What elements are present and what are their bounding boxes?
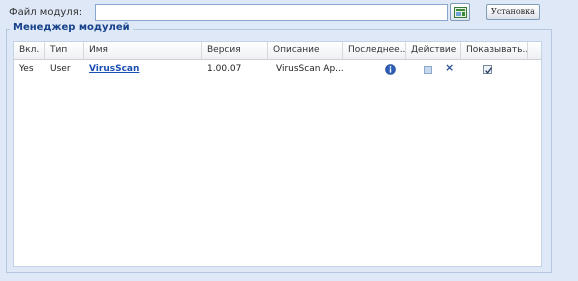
show-checkbox[interactable] — [483, 65, 492, 74]
module-manager-legend: Менеджер модулей — [10, 22, 133, 33]
cell-name: VirusScan — [84, 60, 202, 78]
column-header-description[interactable]: Описание — [268, 42, 343, 59]
column-header-name[interactable]: Имя — [84, 42, 202, 59]
cell-type: User — [50, 64, 71, 74]
edit-square-icon[interactable] — [424, 66, 432, 74]
cell-description: VirusScan Ap... — [276, 64, 343, 74]
grid-header: Вкл. Тип Имя Версия Описание Последнее..… — [14, 42, 541, 60]
module-file-input[interactable] — [95, 4, 448, 21]
check-icon — [485, 67, 492, 74]
modules-grid: Вкл. Тип Имя Версия Описание Последнее..… — [13, 41, 542, 267]
column-header-action[interactable]: Действие — [406, 42, 461, 59]
column-header-type[interactable]: Тип — [45, 42, 84, 59]
browse-icon — [454, 7, 467, 18]
cell-version: 1.00.07 — [207, 64, 242, 74]
browse-button[interactable] — [450, 3, 470, 21]
column-header-version[interactable]: Версия — [202, 42, 268, 59]
table-row[interactable]: Yes User VirusScan 1.00.07 VirusScan Ap.… — [14, 60, 541, 78]
module-name-link[interactable]: VirusScan — [89, 64, 139, 74]
column-header-enabled[interactable]: Вкл. — [14, 42, 45, 59]
module-file-label: Файл модуля: — [9, 7, 83, 18]
column-header-last[interactable]: Последнее... — [343, 42, 406, 59]
delete-x-icon[interactable]: × — [445, 61, 454, 74]
cell-enabled: Yes — [19, 64, 34, 74]
column-header-show[interactable]: Показывать... — [461, 42, 528, 59]
info-icon[interactable] — [385, 64, 396, 75]
install-button[interactable]: Установка — [486, 4, 540, 20]
